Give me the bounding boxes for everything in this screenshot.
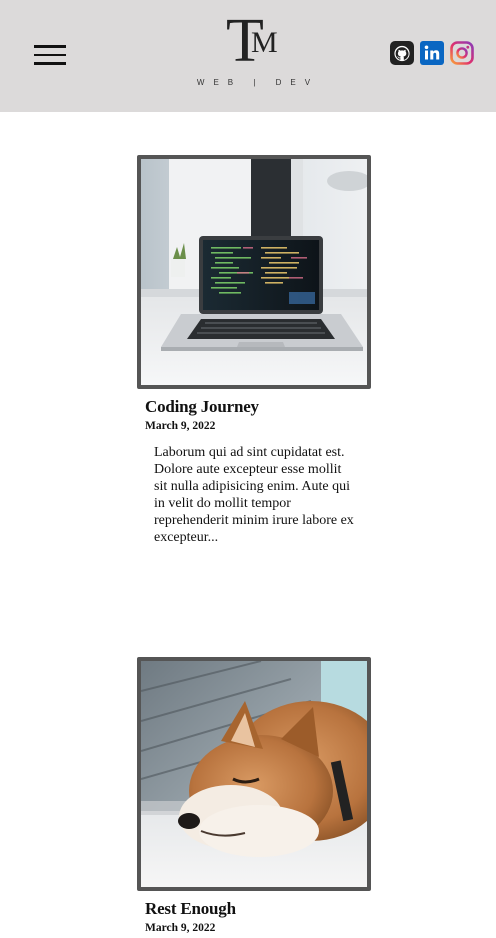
post-title[interactable]: Coding Journey (145, 397, 259, 417)
site-header: T M WEB | DEV (0, 0, 496, 112)
post-date: March 9, 2022 (145, 922, 216, 934)
post-title[interactable]: Rest Enough (145, 899, 236, 919)
post-thumbnail-laptop[interactable] (137, 155, 371, 389)
menu-hamburger-icon[interactable] (34, 45, 66, 65)
post-thumbnail-sleeping-dog[interactable] (137, 657, 371, 891)
instagram-icon[interactable] (450, 41, 474, 65)
post-excerpt: Laborum qui ad sint cupidatat est. Dolor… (154, 445, 354, 545)
blog-post-card[interactable]: Rest Enough March 9, 2022 (137, 657, 373, 934)
hamburger-line (34, 62, 66, 65)
github-icon[interactable] (390, 41, 414, 65)
post-date: March 9, 2022 (145, 420, 216, 432)
site-logo[interactable]: T M WEB | DEV (196, 10, 320, 92)
hamburger-line (34, 45, 66, 48)
blog-post-card[interactable]: Coding Journey March 9, 2022 Laborum qui… (137, 155, 373, 545)
linkedin-icon[interactable] (420, 41, 444, 65)
logo-monogram: T M (226, 10, 290, 72)
hamburger-line (34, 53, 66, 56)
logo-tagline: WEB | DEV (196, 78, 320, 87)
logo-letter-m: M (251, 26, 278, 59)
